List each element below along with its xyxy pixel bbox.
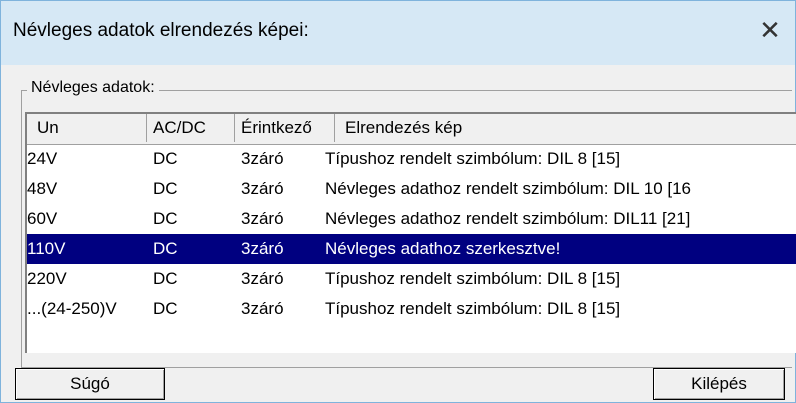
cell-un: 24V (27, 149, 58, 168)
cell-layout-image: Névleges adathoz rendelt szimbólum: DIL1… (325, 209, 691, 228)
column-header-acdc[interactable]: AC/DC (147, 114, 235, 142)
table-row[interactable]: ...(24-250)V DC 3záró Típushoz rendelt s… (27, 294, 796, 324)
cell-acdc: DC (153, 269, 178, 288)
cell-acdc: DC (153, 209, 178, 228)
groupbox-legend: Névleges adatok: (27, 79, 159, 97)
table-row[interactable]: 60V DC 3záró Névleges adathoz rendelt sz… (27, 204, 796, 234)
cell-layout-image: Névleges adathoz szerkesztve! (325, 239, 561, 258)
cell-acdc: DC (153, 149, 178, 168)
table-row[interactable]: 220V DC 3záró Típushoz rendelt szimbólum… (27, 264, 796, 294)
cell-un: 220V (27, 269, 67, 288)
cell-layout-image: Típushoz rendelt szimbólum: DIL 8 [15] (325, 299, 621, 318)
cell-un: 110V (27, 239, 66, 258)
table-row[interactable]: 24V DC 3záró Típushoz rendelt szimbólum:… (27, 144, 796, 174)
list-header: Un AC/DC Érintkező Elrendezés kép (27, 114, 796, 145)
rated-data-list[interactable]: Un AC/DC Érintkező Elrendezés kép 24V DC… (25, 112, 796, 353)
close-icon[interactable]: ✕ (755, 15, 785, 45)
column-header-layout-image[interactable]: Elrendezés kép (335, 114, 796, 142)
cell-contact: 3záró (241, 299, 284, 318)
cell-layout-image: Típushoz rendelt szimbólum: DIL 8 [15] (325, 269, 621, 288)
dialog-window: Névleges adatok elrendezés képei: ✕ Névl… (0, 0, 796, 403)
cell-contact: 3záró (241, 149, 284, 168)
cell-un: 48V (27, 179, 58, 198)
exit-button[interactable]: Kilépés (653, 368, 785, 400)
cell-contact: 3záró (241, 209, 284, 228)
help-button[interactable]: Súgó (15, 368, 165, 400)
cell-acdc: DC (153, 179, 178, 198)
cell-contact: 3záró (241, 269, 284, 288)
title-bar[interactable]: Névleges adatok elrendezés képei: ✕ (1, 1, 795, 65)
cell-acdc: DC (153, 299, 178, 318)
cell-un: ...(24-250)V (27, 299, 117, 318)
table-row[interactable]: 48V DC 3záró Névleges adathoz rendelt sz… (27, 174, 796, 204)
cell-contact: 3záró (241, 239, 284, 258)
cell-contact: 3záró (241, 179, 284, 198)
table-row-selected[interactable]: 110V DC 3záró Névleges adathoz szerkeszt… (27, 234, 796, 264)
cell-layout-image: Típushoz rendelt szimbólum: DIL 8 [15] (325, 149, 621, 168)
column-header-un[interactable]: Un (27, 114, 147, 142)
column-header-contact[interactable]: Érintkező (235, 114, 335, 142)
cell-layout-image: Névleges adathoz rendelt szimbólum: DIL … (325, 179, 692, 198)
window-title: Névleges adatok elrendezés képei: (13, 20, 309, 41)
cell-acdc: DC (153, 239, 178, 258)
cell-un: 60V (27, 209, 58, 228)
